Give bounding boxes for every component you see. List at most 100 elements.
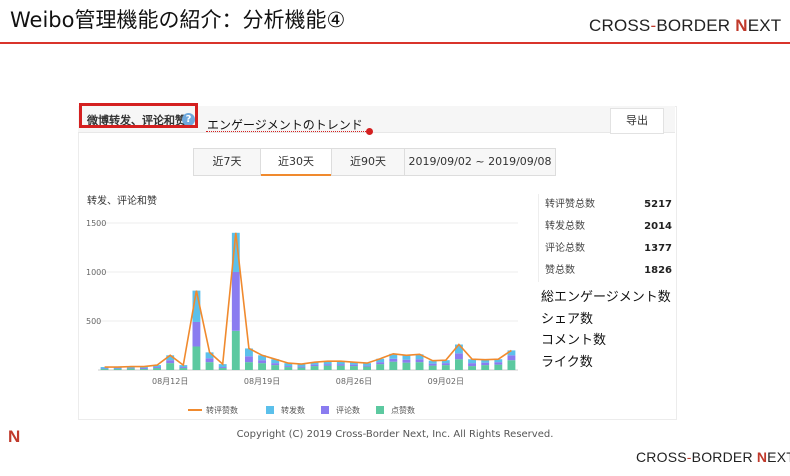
bar-like: [389, 361, 398, 370]
bar-comment: [507, 355, 516, 361]
bar-like: [179, 368, 188, 370]
annotation-dot: [366, 128, 373, 135]
stat-label: 转发总数: [545, 221, 585, 232]
bar-comment: [192, 321, 201, 347]
tab-custom-range[interactable]: 2019/09/02 ~ 2019/09/08: [405, 149, 555, 175]
bar-like: [205, 362, 214, 370]
logo-text-b: BORDER: [691, 449, 757, 465]
stat-label: 评论总数: [545, 243, 585, 254]
bar-comment: [428, 363, 437, 366]
stat-value: 5217: [644, 199, 672, 210]
bar-like: [455, 359, 463, 370]
bar-like: [402, 362, 411, 370]
bar-comment: [468, 363, 476, 367]
bar-comment: [455, 353, 463, 360]
bar-comment: [481, 362, 490, 366]
logo-text-c: EXT: [747, 16, 782, 35]
bar-comment: [166, 360, 175, 364]
bar-like: [218, 368, 227, 370]
bar-like: [310, 366, 319, 370]
x-tick-label: 09月02日: [428, 377, 464, 386]
total-line: [104, 232, 512, 368]
logo-text-a: CROSS: [636, 449, 687, 465]
legend-label: 转评赞数: [206, 405, 238, 415]
slide-title: Weibo管理機能の紹介：分析機能④: [10, 8, 346, 32]
bar-like: [415, 362, 424, 370]
bar-like: [481, 365, 490, 370]
bar-like: [245, 362, 253, 370]
bar-comment: [218, 367, 227, 369]
legend-swatch: [321, 406, 329, 414]
bar-like: [126, 368, 135, 370]
legend-label: 转发数: [281, 405, 305, 415]
bar-like: [100, 369, 109, 370]
bar-comment: [494, 362, 503, 365]
jp-legend: 総エンゲージメント数 シェア数 コメント数 ライク数: [541, 287, 671, 373]
legend-label: 评论数: [336, 405, 360, 415]
logo-text-b: BORDER: [656, 16, 736, 35]
bar-comment: [376, 362, 385, 365]
bar-like: [428, 365, 437, 370]
y-tick-label: 1000: [86, 268, 106, 277]
y-tick-label: 1500: [86, 219, 106, 228]
bar-comment: [415, 359, 424, 363]
bar-comment: [323, 364, 332, 366]
bar-like: [297, 367, 306, 370]
bar-like: [153, 368, 161, 370]
legend-swatch: [376, 406, 384, 414]
bar-like: [507, 360, 516, 370]
bar-comment: [245, 356, 253, 363]
jp-legend-item: ライク数: [541, 354, 593, 370]
jp-legend-item: 総エンゲージメント数: [541, 290, 671, 305]
engagement-chart: 500 1000 1500 08月12日 08月19日 08月26日 09月02日转评赞数 转…: [86, 219, 518, 415]
y-tick-label: 500: [86, 317, 101, 326]
bar-comment: [402, 359, 411, 363]
stat-label: 转评赞总数: [545, 199, 595, 210]
bar-like: [271, 365, 280, 370]
export-button[interactable]: 导出: [610, 108, 664, 134]
title-rule: [0, 42, 790, 44]
tab-30-days[interactable]: 近30天: [261, 149, 332, 176]
highlight-box: [79, 103, 198, 128]
company-logo-footer: CROSS-BORDER NEXT: [636, 449, 790, 465]
bar-comment: [389, 358, 398, 362]
bar-comment: [231, 272, 240, 331]
annotation-line: [206, 131, 368, 132]
bar-like: [140, 369, 148, 370]
stat-value: 1377: [644, 243, 672, 254]
bar-like: [441, 365, 450, 370]
bar-like: [113, 369, 122, 370]
stat-comments: 评论总数 1377: [539, 238, 672, 260]
bar-like: [494, 364, 503, 370]
copyright-text: Copyright (C) 2019 Cross-Border Next, In…: [236, 429, 554, 440]
bar-comment: [271, 363, 280, 366]
tab-90-days[interactable]: 近90天: [332, 149, 405, 175]
bar-comment: [336, 364, 345, 366]
date-range-tabs: 近7天 近30天 近90天 2019/09/02 ~ 2019/09/08: [193, 148, 556, 176]
bar-like: [284, 367, 293, 370]
bar-like: [376, 364, 385, 370]
bar-like: [258, 363, 266, 370]
bar-comment: [310, 364, 319, 367]
bar-comment: [205, 358, 214, 363]
x-tick-label: 08月26日: [336, 377, 372, 386]
bar-comment: [284, 366, 293, 368]
bar-comment: [153, 367, 161, 369]
bar-comment: [258, 360, 266, 364]
x-tick-label: 08月12日: [152, 377, 188, 386]
bar-like: [192, 346, 201, 370]
stat-value: 1826: [644, 265, 672, 276]
bar-like: [166, 363, 175, 370]
logo-n: N: [756, 449, 768, 465]
logo-text-a: CROSS: [589, 16, 651, 35]
tab-7-days[interactable]: 近7天: [194, 149, 261, 175]
x-tick-label: 08月19日: [244, 377, 280, 386]
bar-comment: [179, 367, 188, 369]
bar-comment: [350, 364, 358, 367]
bar-like: [336, 365, 345, 370]
bar-comment: [297, 366, 306, 368]
stat-likes: 赞总数 1826: [539, 260, 672, 282]
jp-legend-item: シェア数: [541, 311, 594, 327]
legend-swatch: [266, 406, 274, 414]
bar-like: [468, 366, 476, 370]
